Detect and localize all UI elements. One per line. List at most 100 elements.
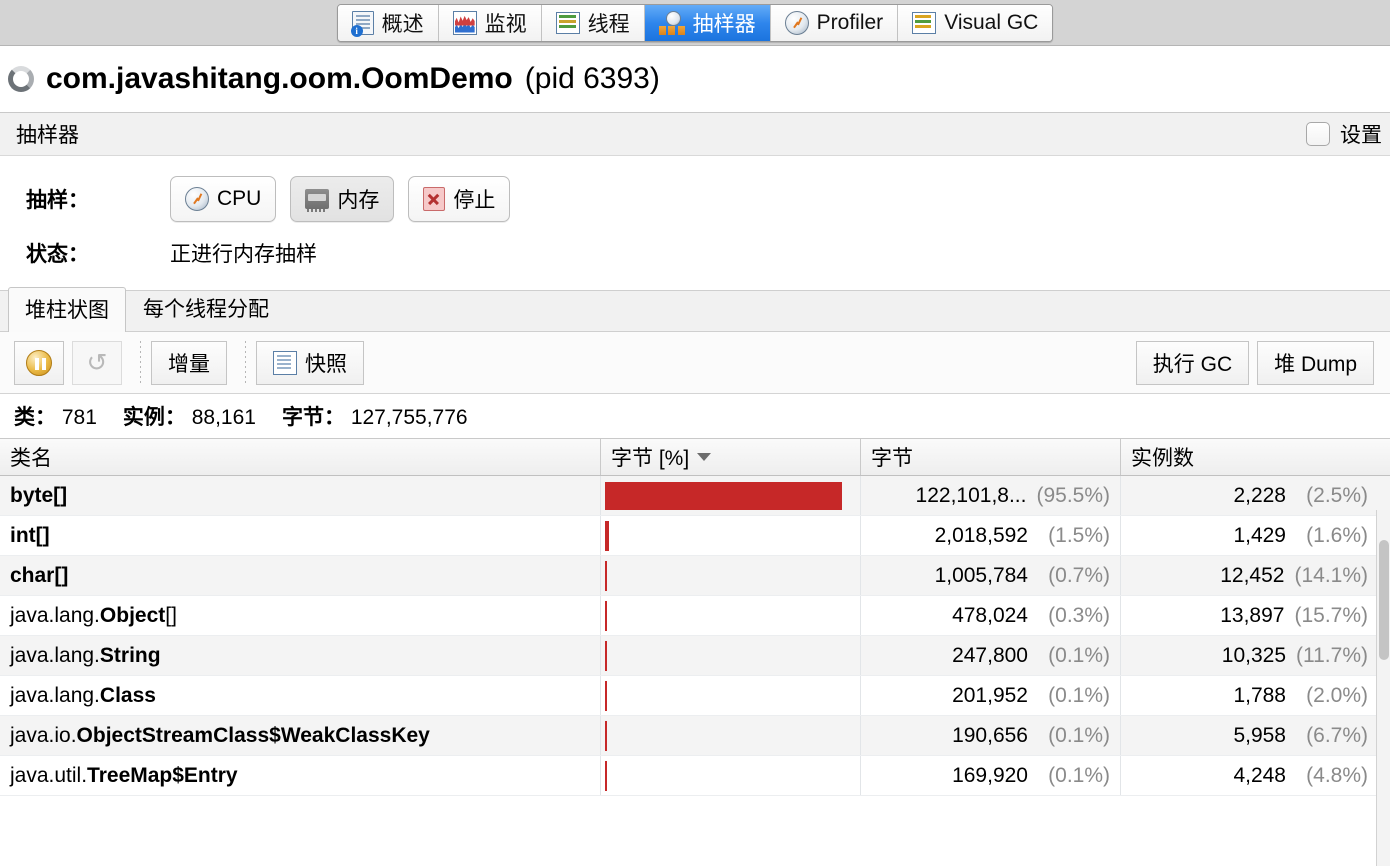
cell-instances: 13,897 (15.7%) — [1120, 596, 1378, 635]
refresh-button[interactable]: ↺ — [72, 340, 122, 385]
cell-bytes-bar — [600, 596, 860, 635]
bytes-percent-bar — [605, 560, 607, 591]
memory-sampling-button[interactable]: 内存 — [290, 176, 395, 222]
toolbar-separator-2 — [245, 340, 246, 385]
monitor-chart-icon — [452, 10, 477, 35]
column-header-label: 字节 — [871, 447, 913, 470]
cell-class-name: char[] — [0, 556, 600, 595]
cpu-button-label: CPU — [217, 187, 262, 210]
instances-percent: (4.8%) — [1306, 763, 1368, 787]
delta-button[interactable]: 增量 — [151, 340, 227, 385]
visual-gc-icon — [912, 11, 937, 34]
tab-profiler[interactable]: Profiler — [770, 4, 899, 41]
stop-icon — [423, 187, 446, 211]
instances-percent: (15.7%) — [1294, 603, 1368, 627]
bytes-value: 122,101,8... — [915, 483, 1027, 507]
cell-bytes-bar — [600, 476, 860, 515]
table-row[interactable]: byte[] 122,101,8... (95.5%) 2,228 (2.5%) — [0, 476, 1390, 516]
instances-percent: (11.7%) — [1296, 643, 1368, 667]
clock-icon — [185, 187, 209, 211]
instances-value: 12,452 — [1220, 563, 1285, 587]
table-row[interactable]: int[] 2,018,592 (1.5%) 1,429 (1.6%) — [0, 516, 1390, 556]
table-row[interactable]: java.lang.Object[] 478,024 (0.3%) 13,897 (15… — [0, 596, 1390, 636]
cell-bytes: 478,024 (0.3%) — [860, 596, 1120, 635]
memory-chip-icon — [305, 189, 330, 212]
document-info-icon — [350, 10, 374, 37]
perform-gc-button[interactable]: 执行 GC — [1135, 340, 1250, 385]
column-header-label: 字节 [%] — [611, 447, 690, 470]
bytes-percent-bar — [605, 481, 842, 510]
classes-value: 781 — [61, 406, 97, 429]
sampler-panel-header: 抽样器 设置 — [0, 112, 1390, 156]
column-header-0[interactable]: 类名 — [0, 439, 600, 475]
tab-监视[interactable]: 监视 — [438, 4, 542, 41]
instances-percent: (2.0%) — [1306, 683, 1368, 707]
tab-线程[interactable]: 线程 — [541, 4, 645, 41]
table-vertical-scrollbar[interactable] — [1376, 510, 1390, 866]
cell-instances: 4,248 (4.8%) — [1120, 756, 1378, 795]
cell-instances: 10,325 (11.7%) — [1120, 636, 1378, 675]
cell-bytes-bar — [600, 716, 860, 755]
process-title-bar: com.javashitang.oom.OomDemo (pid 6393) — [0, 46, 1390, 112]
bytes-percent-bar — [605, 680, 607, 711]
instances-value: 4,248 — [1233, 763, 1286, 787]
settings-checkbox[interactable] — [1306, 122, 1330, 146]
table-row[interactable]: java.util.TreeMap$Entry 169,920 (0.1%) 4,24… — [0, 756, 1390, 796]
heap-summary: 类： 781 实例： 88,161 字节： 127,755,776 — [0, 394, 1390, 438]
instances-value: 10,325 — [1221, 643, 1286, 667]
column-header-1[interactable]: 字节 [%] — [600, 439, 860, 475]
class-name-text: int[] — [10, 523, 50, 547]
sampler-icon — [658, 10, 685, 35]
snapshot-button-label: 快照 — [305, 352, 347, 376]
cell-bytes-bar — [600, 676, 860, 715]
cell-bytes-bar — [600, 636, 860, 675]
process-pid: (pid 6393) — [524, 62, 660, 95]
bytes-percent-bar — [605, 640, 607, 671]
pause-button[interactable] — [14, 340, 64, 385]
snapshot-button[interactable]: 快照 — [256, 340, 364, 385]
instances-percent: (6.7%) — [1306, 723, 1368, 747]
bytes-percent-bar — [605, 760, 607, 791]
refresh-icon: ↺ — [86, 348, 108, 377]
bytes-value: 1,005,784 — [934, 563, 1028, 587]
bytes-percent: (0.1%) — [1048, 643, 1110, 667]
stop-sampling-button[interactable]: 停止 — [408, 176, 511, 222]
status-label: 状态： — [26, 243, 89, 266]
class-name-text: java.lang.String — [10, 643, 161, 667]
class-name-text: java.util.TreeMap$Entry — [10, 763, 238, 787]
toolbar-separator — [140, 340, 141, 385]
main-tabstrip: 概述 监视 线程 抽样器 Profiler Visual GC — [336, 3, 1054, 42]
settings-toggle[interactable]: 设置 — [1306, 119, 1382, 149]
cell-class-name: java.lang.String — [0, 636, 600, 675]
bytes-value: 478,024 — [952, 603, 1028, 627]
table-row[interactable]: char[] 1,005,784 (0.7%) 12,452 (14.1%) — [0, 556, 1390, 596]
scrollbar-thumb[interactable] — [1379, 540, 1389, 660]
instances-value: 2,228 — [1233, 483, 1286, 507]
cell-class-name: byte[] — [0, 476, 600, 515]
bytes-value: 127,755,776 — [350, 406, 468, 429]
bytes-value: 201,952 — [952, 683, 1028, 707]
table-row[interactable]: java.lang.Class 201,952 (0.1%) 1,788 (2.0%) — [0, 676, 1390, 716]
cell-instances: 12,452 (14.1%) — [1120, 556, 1378, 595]
inner-tab-1[interactable]: 每个线程分配 — [126, 286, 286, 331]
column-header-2[interactable]: 字节 — [860, 439, 1120, 475]
bytes-percent: (95.5%) — [1036, 483, 1110, 507]
table-row[interactable]: java.io.ObjectStreamClass$WeakClassKey 19… — [0, 716, 1390, 756]
table-row[interactable]: java.lang.String 247,800 (0.1%) 10,325 (11.7… — [0, 636, 1390, 676]
tab-概述[interactable]: 概述 — [337, 4, 439, 41]
tab-抽样器[interactable]: 抽样器 — [644, 4, 771, 41]
cell-bytes: 169,920 (0.1%) — [860, 756, 1120, 795]
tab-visual-gc[interactable]: Visual GC — [898, 4, 1053, 41]
memory-button-label: 内存 — [337, 189, 380, 212]
bytes-percent: (1.5%) — [1048, 523, 1110, 547]
instances-value: 88,161 — [191, 406, 256, 429]
cpu-sampling-button[interactable]: CPU — [170, 176, 277, 222]
inner-tab-0[interactable]: 堆柱状图 — [8, 287, 126, 332]
class-name-text: char[] — [10, 563, 69, 587]
classes-label: 类： — [14, 406, 56, 429]
instances-percent: (2.5%) — [1306, 483, 1368, 507]
column-header-3[interactable]: 实例数 — [1120, 439, 1378, 475]
heap-dump-button[interactable]: 堆 Dump — [1257, 340, 1374, 385]
bytes-percent: (0.3%) — [1048, 603, 1110, 627]
instances-percent: (1.6%) — [1306, 523, 1368, 547]
